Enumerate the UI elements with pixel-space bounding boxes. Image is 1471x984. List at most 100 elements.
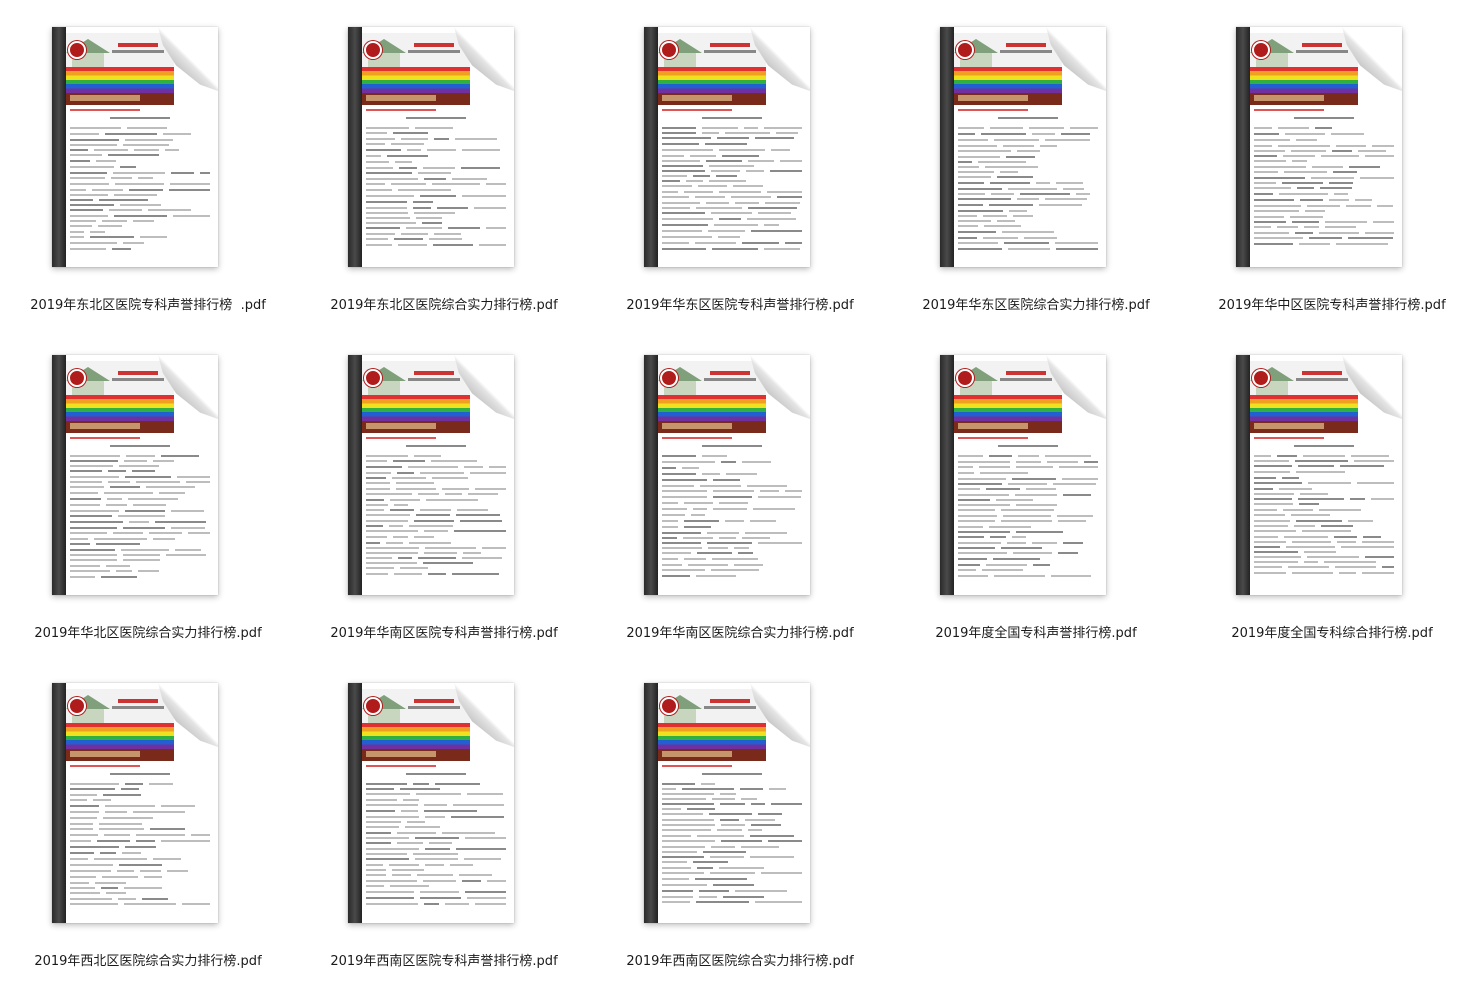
doc-text-line — [456, 514, 500, 516]
doc-text-line — [462, 149, 500, 151]
pdf-document-icon[interactable] — [1236, 27, 1402, 267]
doc-text-line — [958, 488, 980, 490]
emblem-icon — [660, 697, 678, 715]
doc-text-line — [1365, 232, 1394, 234]
rainbow-stripes — [1250, 67, 1358, 93]
rainbow-stripes — [66, 723, 174, 749]
doc-text-line — [712, 558, 758, 560]
doc-text-line — [662, 490, 707, 492]
pdf-document-icon[interactable] — [644, 27, 810, 267]
pdf-document-icon[interactable] — [52, 27, 218, 267]
pdf-document-icon[interactable] — [940, 355, 1106, 595]
file-name-label[interactable]: 2019年华北区医院综合实力排行榜.pdf — [0, 622, 296, 641]
file-name-label[interactable]: 2019年华中区医院专科声誉排行榜.pdf — [1184, 294, 1471, 313]
file-name-label[interactable]: 2019年东北区医院综合实力排行榜.pdf — [296, 294, 592, 313]
file-item[interactable]: 2019年华东区医院综合实力排行榜.pdf — [888, 0, 1184, 328]
file-item[interactable]: 2019年华东区医院专科声誉排行榜.pdf — [592, 0, 888, 328]
pdf-document-icon[interactable] — [940, 27, 1106, 267]
file-name-label[interactable]: 2019年西南区医院专科声誉排行榜.pdf — [296, 950, 592, 969]
doc-text-line — [124, 460, 147, 462]
file-item[interactable]: 2019年度全国专科声誉排行榜.pdf — [888, 328, 1184, 656]
file-item[interactable]: 2019年华北区医院综合实力排行榜.pdf — [0, 328, 296, 656]
doc-text-line — [487, 880, 506, 882]
doc-text-line — [366, 233, 395, 235]
doc-text-line — [407, 149, 421, 151]
doc-text-line — [366, 804, 418, 806]
pdf-document-icon[interactable] — [52, 683, 218, 923]
doc-text-line — [1016, 504, 1057, 506]
doc-text-line — [1254, 536, 1278, 538]
doc-text-line — [424, 552, 457, 554]
doc-text-line — [123, 559, 160, 561]
doc-text-line — [366, 222, 416, 224]
doc-text-line — [482, 547, 506, 549]
doc-text-line — [70, 144, 117, 146]
file-name-label[interactable]: 2019年度全国专科声誉排行榜.pdf — [888, 622, 1184, 641]
doc-text-line — [366, 499, 384, 501]
doc-text-line — [1329, 182, 1353, 184]
pdf-document-icon[interactable] — [348, 683, 514, 923]
doc-text-line — [693, 508, 707, 510]
doc-text-line — [1307, 205, 1340, 207]
doc-text-line — [434, 138, 449, 140]
file-item[interactable]: 2019年西南区医院综合实力排行榜.pdf — [592, 656, 888, 984]
file-name-label[interactable]: 2019年华东区医院专科声誉排行榜.pdf — [592, 294, 888, 313]
doc-heading-line — [998, 445, 1058, 447]
pdf-document-icon[interactable] — [348, 355, 514, 595]
doc-text-line — [104, 834, 130, 836]
doc-text-line — [958, 248, 1002, 250]
doc-text-line — [785, 242, 802, 244]
file-name-label[interactable]: 2019年华南区医院综合实力排行榜.pdf — [592, 622, 888, 641]
file-name-label[interactable]: 2019年度全国专科综合排行榜.pdf — [1184, 622, 1471, 641]
doc-text-line — [1254, 205, 1301, 207]
pdf-document-icon[interactable] — [644, 355, 810, 595]
doc-text-line — [1254, 210, 1299, 212]
file-item[interactable]: 2019年西南区医院专科声誉排行榜.pdf — [296, 656, 592, 984]
doc-text-line — [719, 191, 761, 193]
doc-text-line — [662, 829, 711, 831]
doc-text-line — [958, 455, 983, 457]
document-header-image — [66, 361, 174, 433]
doc-text-line — [697, 552, 732, 554]
doc-text-line — [768, 840, 802, 842]
doc-text-line — [366, 858, 409, 860]
file-name-label[interactable]: 2019年西南区医院综合实力排行榜.pdf — [592, 950, 888, 969]
doc-text-line — [996, 499, 1033, 501]
file-item[interactable]: 2019年东北区医院综合实力排行榜.pdf — [296, 0, 592, 328]
file-item[interactable]: 2019年华中区医院专科声誉排行榜.pdf — [1184, 0, 1471, 328]
doc-text-line — [114, 194, 157, 196]
doc-text-line — [1363, 536, 1381, 538]
red-subtitle-line — [662, 109, 732, 111]
doc-text-line — [70, 864, 113, 866]
doc-text-line — [1377, 205, 1393, 207]
pdf-document-icon[interactable] — [348, 27, 514, 267]
file-item[interactable]: 2019年度全国专科综合排行榜.pdf — [1184, 328, 1471, 656]
doc-text-line — [464, 466, 483, 468]
file-item[interactable]: 2019年华南区医院专科声誉排行榜.pdf — [296, 328, 592, 656]
doc-text-line — [123, 242, 144, 244]
doc-text-line — [684, 502, 713, 504]
file-item[interactable]: 2019年华南区医院综合实力排行榜.pdf — [592, 328, 888, 656]
doc-text-line — [191, 834, 210, 836]
pdf-document-icon[interactable] — [644, 683, 810, 923]
doc-text-line — [366, 832, 391, 834]
doc-text-line — [1063, 494, 1091, 496]
doc-text-line — [719, 218, 741, 220]
doc-text-line — [1296, 520, 1342, 522]
file-item[interactable]: 2019年东北区医院专科声誉排行榜 .pdf — [0, 0, 296, 328]
pdf-document-icon[interactable] — [1236, 355, 1402, 595]
doc-text-line — [958, 139, 988, 141]
file-name-label[interactable]: 2019年华南区医院专科声誉排行榜.pdf — [296, 622, 592, 641]
doc-text-line — [662, 242, 689, 244]
file-name-label[interactable]: 2019年东北区医院专科声誉排行榜 .pdf — [0, 294, 296, 313]
pdf-document-icon[interactable] — [52, 355, 218, 595]
file-item[interactable]: 2019年西北区医院综合实力排行榜.pdf — [0, 656, 296, 984]
doc-text-line — [1297, 187, 1314, 189]
doc-text-line — [769, 788, 786, 790]
file-name-label[interactable]: 2019年华东区医院综合实力排行榜.pdf — [888, 294, 1184, 313]
file-name-label[interactable]: 2019年西北区医院综合实力排行榜.pdf — [0, 950, 296, 969]
doc-text-line — [415, 858, 458, 860]
doc-text-line — [747, 218, 796, 220]
doc-text-line — [106, 504, 127, 506]
doc-text-line — [717, 137, 749, 139]
